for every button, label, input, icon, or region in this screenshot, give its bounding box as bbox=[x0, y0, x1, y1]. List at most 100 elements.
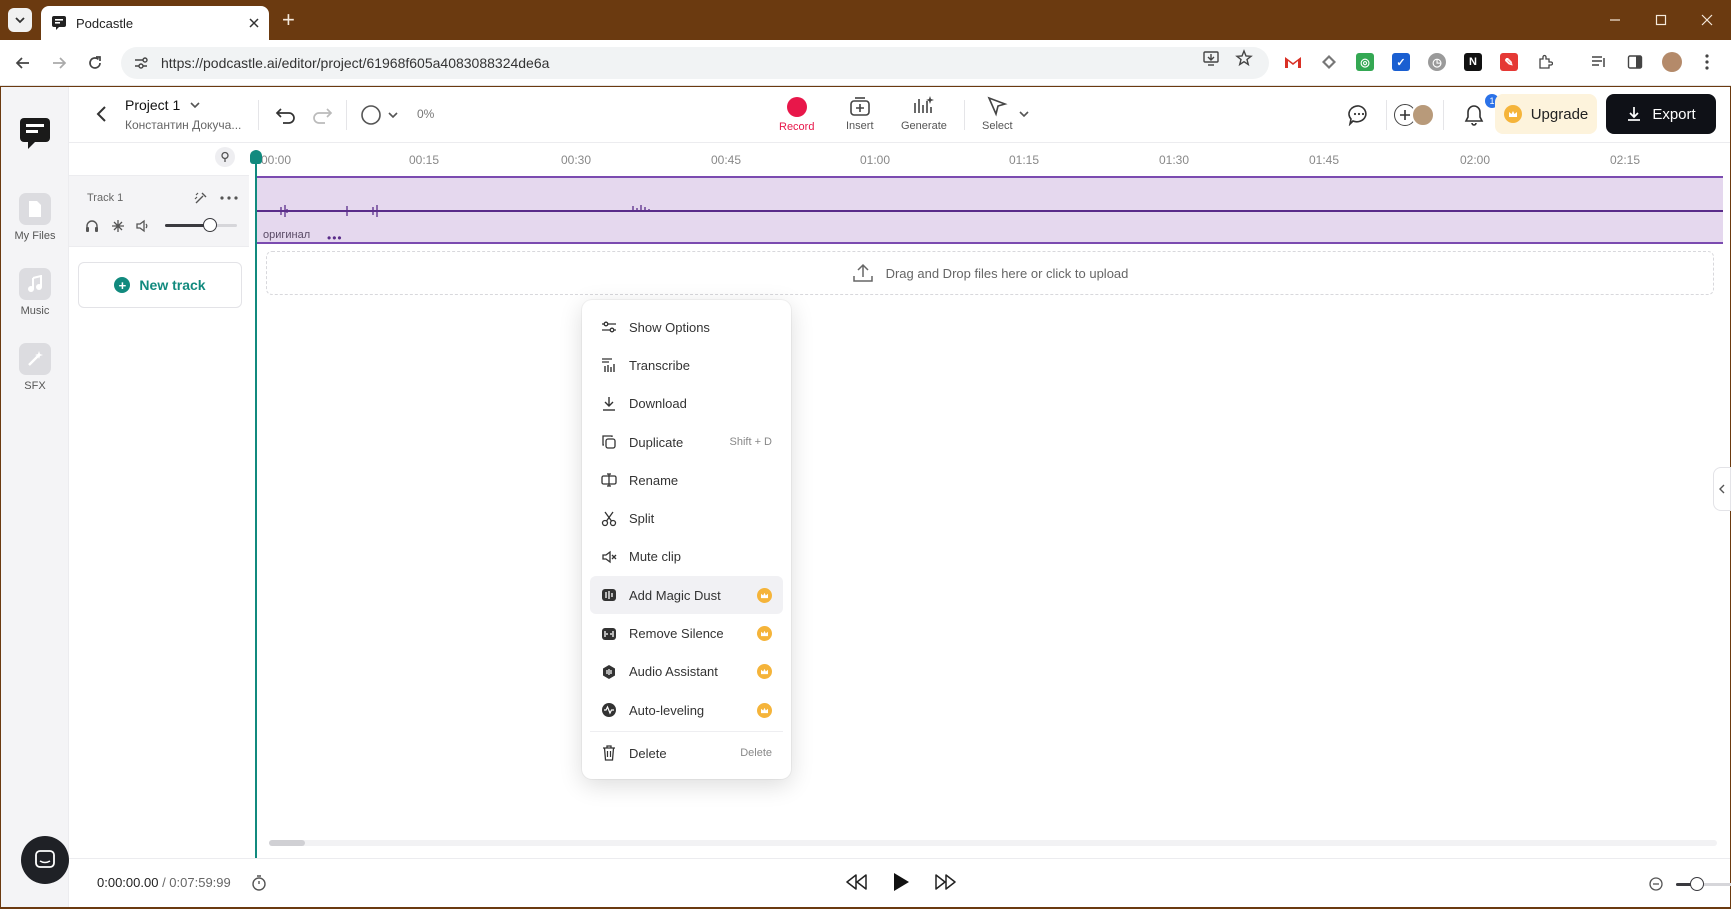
zoom-knob[interactable] bbox=[1690, 877, 1704, 891]
tab-search-button[interactable] bbox=[8, 8, 32, 32]
export-button[interactable]: Export bbox=[1606, 94, 1716, 134]
divider bbox=[346, 100, 347, 130]
clip-label[interactable]: оригинал bbox=[263, 229, 310, 241]
chevron-down-icon[interactable] bbox=[387, 109, 399, 121]
track-name[interactable]: Track 1 bbox=[87, 192, 123, 204]
generate-icon bbox=[914, 96, 934, 113]
notifications-button[interactable] bbox=[1461, 102, 1487, 128]
more-options-icon[interactable] bbox=[220, 196, 238, 200]
reading-list-icon[interactable] bbox=[1590, 53, 1608, 71]
time-tick: 01:45 bbox=[1308, 153, 1340, 167]
insert-button[interactable]: Insert bbox=[846, 95, 874, 132]
gmail-extension-icon[interactable] bbox=[1284, 53, 1302, 71]
chevron-down-icon[interactable] bbox=[189, 99, 201, 111]
clip-more-icon[interactable]: ••• bbox=[327, 231, 343, 245]
comments-button[interactable] bbox=[1346, 102, 1372, 128]
record-button[interactable]: Record bbox=[779, 95, 814, 133]
menu-item-audio-assistant[interactable]: Audio Assistant bbox=[590, 653, 783, 691]
close-window-button[interactable] bbox=[1684, 0, 1730, 40]
extension-blue-icon[interactable]: ✓ bbox=[1392, 53, 1410, 71]
back-button[interactable] bbox=[11, 51, 35, 75]
rail-item-sfx[interactable]: SFX bbox=[1, 343, 69, 392]
menu-item-split[interactable]: Split bbox=[590, 499, 783, 537]
maximize-button[interactable] bbox=[1638, 0, 1684, 40]
sliders-icon bbox=[601, 319, 617, 335]
browser-tab[interactable]: Podcastle bbox=[41, 6, 269, 40]
rail-item-my-files[interactable]: My Files bbox=[1, 193, 69, 242]
rewind-icon[interactable] bbox=[845, 873, 869, 891]
track-header[interactable]: Track 1 bbox=[69, 175, 249, 247]
undo-button[interactable] bbox=[273, 102, 299, 128]
profile-avatar-icon[interactable] bbox=[1662, 52, 1682, 72]
project-name[interactable]: Project 1 bbox=[125, 97, 180, 113]
menu-item-remove-silence[interactable]: Remove Silence bbox=[590, 614, 783, 652]
speaker-icon[interactable] bbox=[135, 219, 151, 233]
audio-clip[interactable]: оригинал ••• bbox=[257, 176, 1723, 245]
track-volume-slider[interactable] bbox=[165, 218, 237, 232]
menu-item-add-magic-dust[interactable]: Add Magic Dust bbox=[590, 576, 783, 615]
extension-green-icon[interactable]: ◎ bbox=[1356, 53, 1374, 71]
menu-item-mute-clip[interactable]: Mute clip bbox=[590, 538, 783, 576]
menu-item-transcribe[interactable]: Transcribe bbox=[590, 346, 783, 384]
play-icon[interactable] bbox=[891, 872, 911, 892]
headphones-icon[interactable] bbox=[85, 219, 99, 233]
omnibox[interactable]: https://podcastle.ai/editor/project/6196… bbox=[121, 47, 1269, 79]
effects-snowflake-icon[interactable] bbox=[111, 219, 125, 233]
timeline-scrollbar[interactable] bbox=[269, 840, 1717, 846]
menu-item-show-options[interactable]: Show Options bbox=[590, 308, 783, 346]
menu-item-delete[interactable]: Delete Delete bbox=[590, 734, 783, 772]
timer-icon[interactable] bbox=[251, 874, 267, 892]
bell-icon bbox=[1464, 105, 1484, 126]
redo-button[interactable] bbox=[309, 102, 335, 128]
volume-knob[interactable] bbox=[203, 218, 217, 232]
extension-red-icon[interactable]: ✎ bbox=[1500, 53, 1518, 71]
select-tool-button[interactable]: Select bbox=[982, 95, 1013, 132]
install-app-icon[interactable] bbox=[1201, 48, 1221, 68]
address-bar: https://podcastle.ai/editor/project/6196… bbox=[0, 40, 1731, 86]
new-tab-button[interactable]: + bbox=[282, 9, 295, 31]
chevron-down-icon[interactable] bbox=[1018, 108, 1030, 120]
pro-crown-icon bbox=[757, 664, 772, 680]
generate-button[interactable]: Generate bbox=[901, 95, 947, 132]
back-chevron-icon[interactable] bbox=[95, 103, 109, 125]
site-info-icon[interactable] bbox=[133, 55, 149, 71]
time-tick: 00:15 bbox=[408, 153, 440, 167]
save-status-circle[interactable] bbox=[359, 103, 383, 127]
notion-extension-icon[interactable]: N bbox=[1464, 53, 1482, 71]
minimize-button[interactable] bbox=[1592, 0, 1638, 40]
extension-timer-icon[interactable]: ◷ bbox=[1428, 53, 1446, 71]
forward-button[interactable] bbox=[47, 51, 71, 75]
bookmark-star-icon[interactable] bbox=[1234, 48, 1254, 68]
menu-item-auto-leveling[interactable]: Auto-leveling bbox=[590, 691, 783, 729]
menu-item-download[interactable]: Download bbox=[590, 385, 783, 423]
rail-label: SFX bbox=[24, 380, 46, 392]
playback-time: 0:00:00.00 / 0:07:59:99 bbox=[97, 875, 231, 890]
support-chat-button[interactable] bbox=[21, 836, 69, 884]
download-icon bbox=[1628, 107, 1641, 121]
playhead-handle[interactable] bbox=[250, 150, 262, 164]
reload-button[interactable] bbox=[83, 51, 107, 75]
podcastle-logo-icon[interactable] bbox=[18, 116, 52, 150]
browser-menu-icon[interactable] bbox=[1698, 53, 1716, 71]
scrollbar-thumb[interactable] bbox=[269, 840, 305, 846]
timeline-ruler[interactable]: 00:00 00:15 00:30 00:45 01:00 01:15 01:3… bbox=[251, 143, 1730, 173]
timeline-pin-button[interactable] bbox=[215, 147, 235, 167]
rail-item-music[interactable]: Music bbox=[1, 268, 69, 317]
menu-item-duplicate[interactable]: Duplicate Shift + D bbox=[590, 423, 783, 461]
pro-crown-icon bbox=[757, 626, 772, 642]
fast-forward-icon[interactable] bbox=[933, 873, 957, 891]
close-tab-icon[interactable] bbox=[249, 18, 259, 28]
zoom-out-icon[interactable] bbox=[1649, 877, 1663, 891]
side-panel-icon[interactable] bbox=[1626, 53, 1644, 71]
extensions-puzzle-icon[interactable] bbox=[1536, 53, 1554, 71]
upload-dropzone[interactable]: Drag and Drop files here or click to upl… bbox=[266, 251, 1714, 295]
right-panel-toggle[interactable] bbox=[1713, 467, 1731, 511]
extension-diamond-icon[interactable] bbox=[1320, 53, 1338, 71]
zoom-slider[interactable] bbox=[1676, 877, 1731, 891]
new-track-button[interactable]: + New track bbox=[78, 262, 242, 308]
menu-item-rename[interactable]: Rename bbox=[590, 461, 783, 499]
url-text[interactable]: https://podcastle.ai/editor/project/6196… bbox=[161, 55, 549, 71]
edit-track-icon[interactable] bbox=[194, 191, 208, 205]
collaborator-avatar[interactable] bbox=[1411, 103, 1435, 127]
upgrade-button[interactable]: Upgrade bbox=[1495, 94, 1597, 134]
